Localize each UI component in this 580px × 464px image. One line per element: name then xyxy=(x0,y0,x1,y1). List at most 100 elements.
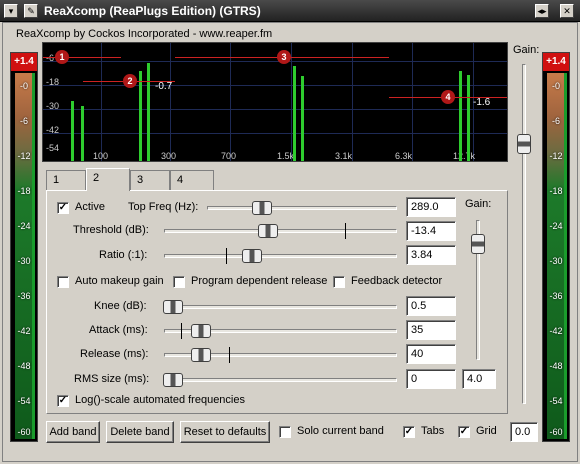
meter-tick: -60 xyxy=(17,427,31,437)
spectrum-bar xyxy=(81,106,84,161)
input-meter: +1.4 -0 -6 -12 -18 -24 -30 -36 -42 -48 -… xyxy=(10,52,38,442)
x-axis-label: 300 xyxy=(161,151,177,161)
release-thumb[interactable] xyxy=(191,348,211,362)
attack-label: Attack (ms): xyxy=(89,324,148,336)
meter-tick: -54 xyxy=(17,396,31,406)
threshold-track[interactable] xyxy=(164,229,397,233)
menu-icon[interactable]: ▾ xyxy=(4,4,18,18)
tab-1[interactable]: 1 xyxy=(46,170,86,190)
band-2-marker[interactable]: 2 xyxy=(123,74,137,88)
tabs-label: Tabs xyxy=(421,425,445,437)
band-3-marker[interactable]: 3 xyxy=(277,50,291,64)
output-gain-value[interactable]: 0.0 xyxy=(510,422,538,442)
threshold-level-marker xyxy=(345,223,346,239)
active-checkbox[interactable]: ✓ xyxy=(57,202,69,214)
program-dependent-checkbox[interactable] xyxy=(173,276,185,288)
tab-2[interactable]: 2 xyxy=(86,168,130,191)
grid-line xyxy=(291,43,292,161)
add-band-button[interactable]: Add band xyxy=(46,421,100,443)
spectrum-bar xyxy=(301,76,304,161)
x-axis-label: 3.1k xyxy=(335,151,353,161)
feedback-detector-checkbox[interactable] xyxy=(333,276,345,288)
knee-track[interactable] xyxy=(164,305,397,309)
grid-line xyxy=(43,85,507,86)
attack-field[interactable]: 35 xyxy=(406,320,456,340)
active-label: Active xyxy=(75,201,105,213)
grid-label: Grid xyxy=(476,425,497,437)
knee-field[interactable]: 0.5 xyxy=(406,296,456,316)
y-axis-label: -6 xyxy=(46,53,55,63)
grid-line xyxy=(230,43,231,161)
pin-icon[interactable]: ✎ xyxy=(24,4,38,18)
band-4-marker[interactable]: 4 xyxy=(441,90,455,104)
auto-makeup-checkbox[interactable] xyxy=(57,276,69,288)
solo-band-checkbox[interactable] xyxy=(279,426,291,438)
top-freq-field[interactable]: 289.0 xyxy=(406,197,456,217)
meter-tick: -24 xyxy=(549,221,563,231)
release-field[interactable]: 40 xyxy=(406,344,456,364)
tab-4[interactable]: 4 xyxy=(170,170,214,190)
meter-tick: -0 xyxy=(19,81,28,91)
meter-tick: -60 xyxy=(549,427,563,437)
rms-size-field[interactable]: 0 xyxy=(406,369,456,389)
close-icon[interactable]: ✕ xyxy=(560,4,574,18)
y-axis-label: -42 xyxy=(46,125,60,135)
delete-band-button[interactable]: Delete band xyxy=(106,421,174,443)
input-peak: +1.4 xyxy=(11,53,37,71)
knee-thumb[interactable] xyxy=(163,300,183,314)
meter-tick: -48 xyxy=(17,361,31,371)
grid-line xyxy=(352,43,353,161)
meter-tick: -0 xyxy=(551,81,560,91)
band-gain-field[interactable]: 4.0 xyxy=(462,369,496,389)
ratio-label: Ratio (:1): xyxy=(99,249,148,261)
top-freq-track[interactable] xyxy=(207,206,397,210)
rms-size-track[interactable] xyxy=(164,378,397,382)
feedback-detector-label: Feedback detector xyxy=(351,275,443,287)
knee-label: Knee (dB): xyxy=(94,300,147,312)
meter-tick: -24 xyxy=(17,221,31,231)
meter-tick: -42 xyxy=(17,326,31,336)
rms-size-thumb[interactable] xyxy=(163,373,183,387)
tab-3[interactable]: 3 xyxy=(130,170,170,190)
threshold-thumb[interactable] xyxy=(258,224,278,238)
spectrum-graph[interactable]: -6 -18 -30 -42 -54 100 300 700 1.5k 3.1k… xyxy=(42,42,508,162)
meter-tick: -12 xyxy=(17,151,31,161)
plugin-credit: ReaXcomp by Cockos Incorporated - www.re… xyxy=(16,28,273,40)
reset-defaults-button[interactable]: Reset to defaults xyxy=(180,421,270,443)
ratio-track[interactable] xyxy=(164,254,397,258)
band-1-marker[interactable]: 1 xyxy=(55,50,69,64)
attack-marker xyxy=(181,323,182,339)
spectrum-bar xyxy=(459,71,462,161)
top-freq-thumb[interactable] xyxy=(252,201,272,215)
attack-thumb[interactable] xyxy=(191,324,211,338)
x-axis-label: 12.7k xyxy=(453,151,476,161)
grid-line xyxy=(412,43,413,161)
threshold-field[interactable]: -13.4 xyxy=(406,221,456,241)
tab-left-icon[interactable]: ◂▸ xyxy=(535,4,549,18)
rms-size-label: RMS size (ms): xyxy=(74,373,150,385)
log-scale-checkbox[interactable]: ✓ xyxy=(57,395,69,407)
solo-band-label: Solo current band xyxy=(297,425,384,437)
output-gain-thumb[interactable] xyxy=(517,134,531,154)
grid-checkbox[interactable]: ✓ xyxy=(458,426,470,438)
y-axis-label: -18 xyxy=(46,77,60,87)
band-gain-thumb[interactable] xyxy=(471,234,485,254)
x-axis-label: 6.3k xyxy=(395,151,413,161)
ratio-thumb[interactable] xyxy=(242,249,262,263)
meter-tick: -18 xyxy=(549,186,563,196)
band-2-gain-readout: -0.7 xyxy=(155,81,173,92)
meter-tick: -42 xyxy=(549,326,563,336)
meter-tick: -48 xyxy=(549,361,563,371)
x-axis-label: 100 xyxy=(93,151,109,161)
spectrum-bar xyxy=(71,101,74,161)
meter-tick: -54 xyxy=(549,396,563,406)
tabs-checkbox[interactable]: ✓ xyxy=(403,426,415,438)
output-gain-label: Gain: xyxy=(513,44,540,56)
grid-line xyxy=(170,43,171,161)
output-gain-track[interactable] xyxy=(522,64,526,404)
spectrum-bar xyxy=(147,63,150,161)
ratio-field[interactable]: 3.84 xyxy=(406,245,456,265)
grid-line xyxy=(43,109,507,110)
y-axis-label: -30 xyxy=(46,101,60,111)
output-meter: +1.4 -0 -6 -12 -18 -24 -30 -36 -42 -48 -… xyxy=(542,52,570,442)
